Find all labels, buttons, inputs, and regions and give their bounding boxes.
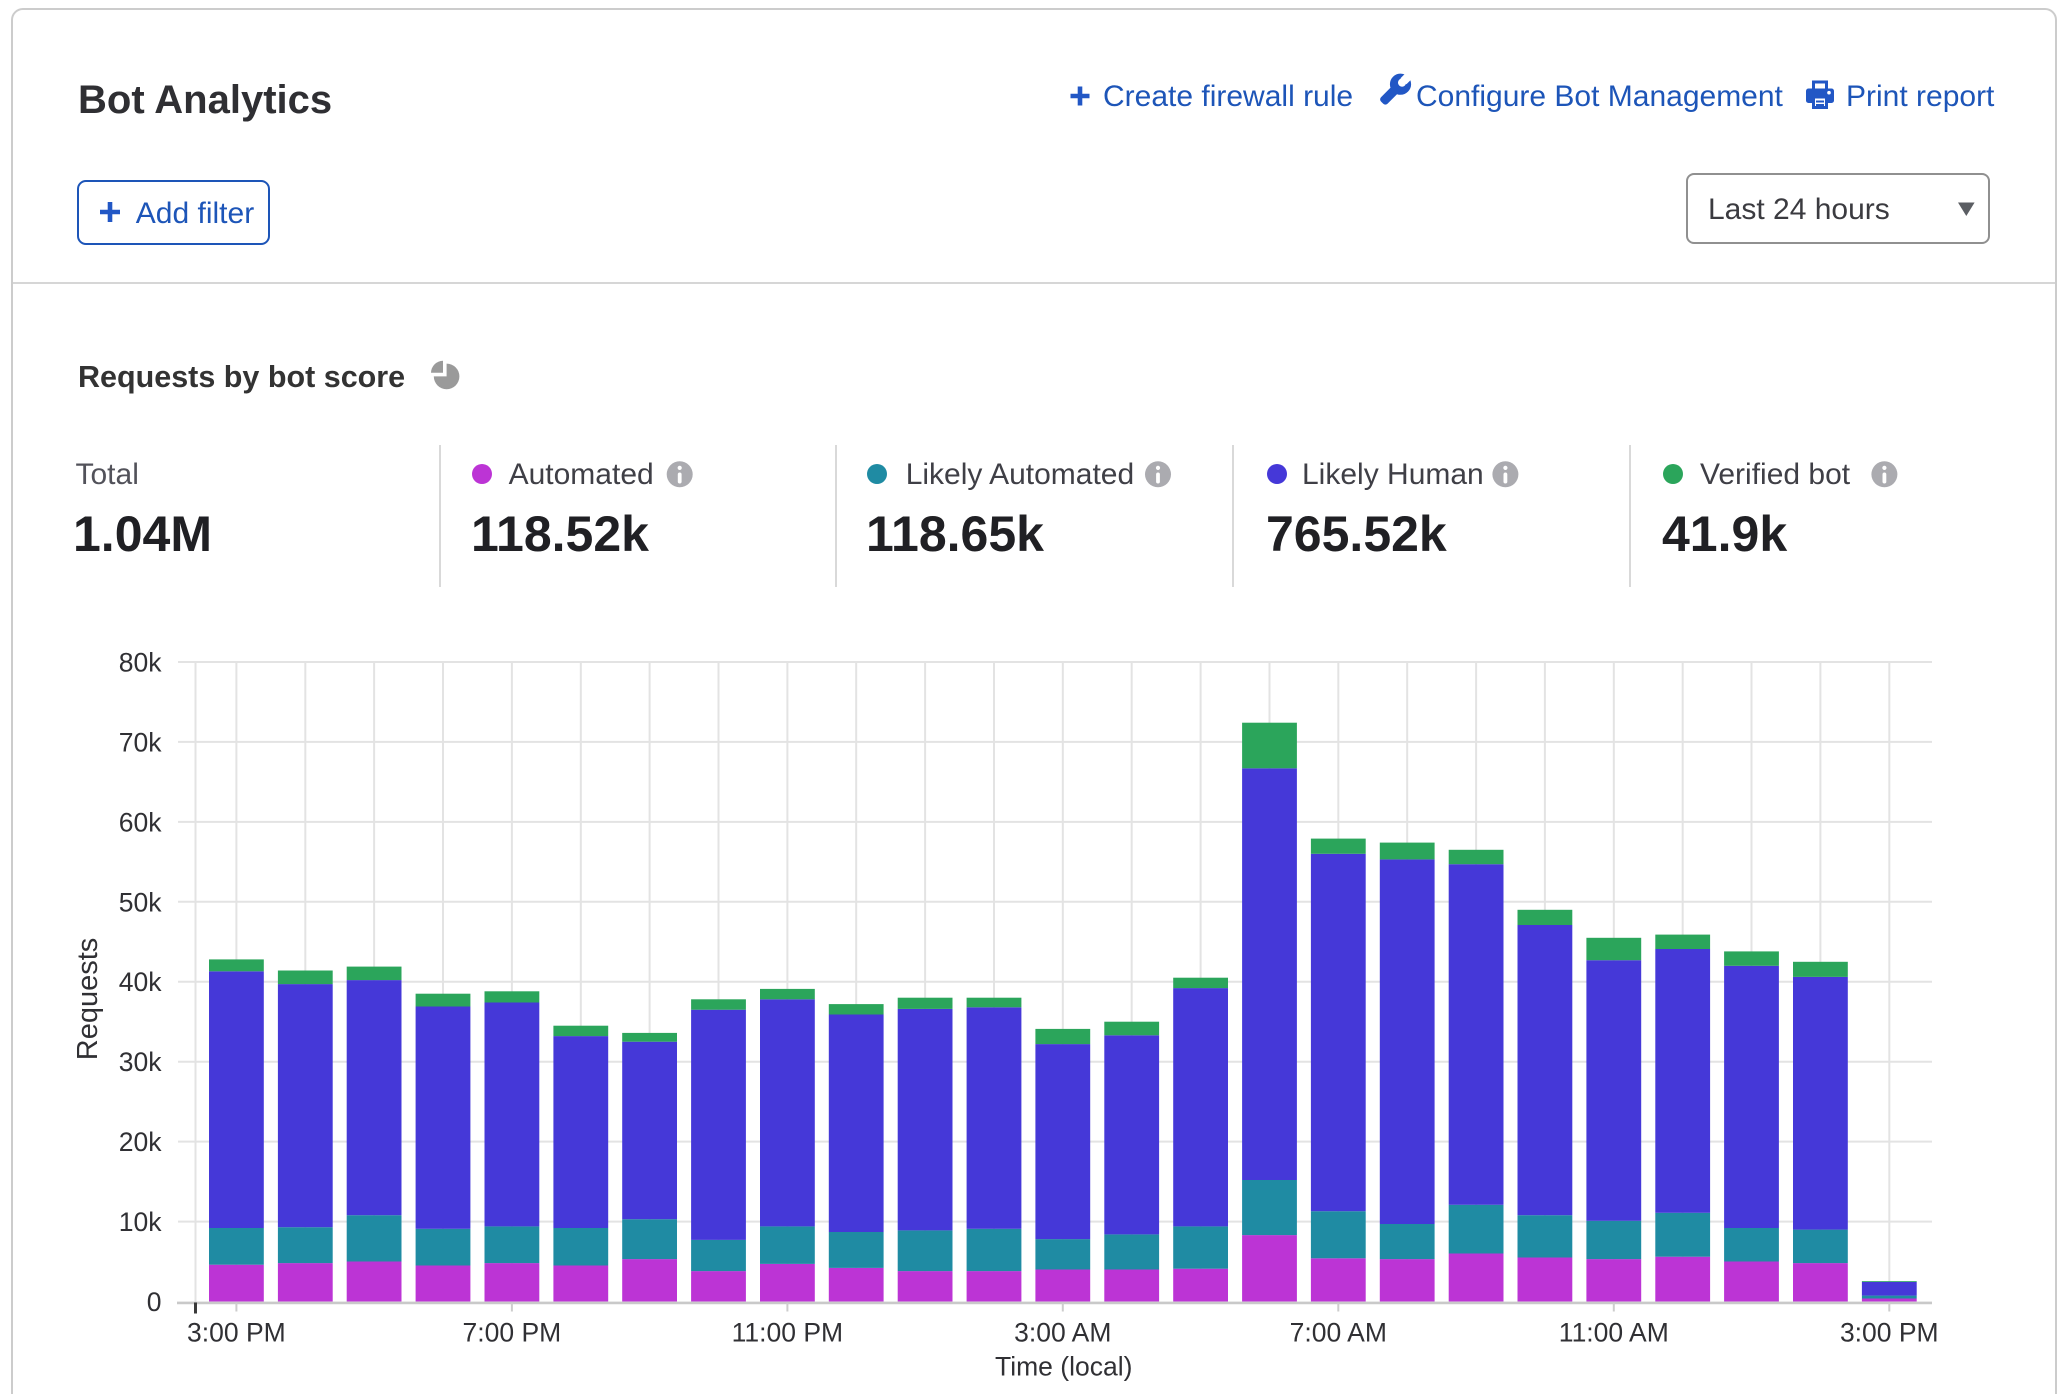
svg-text:80k: 80k [119,648,162,678]
svg-text:10k: 10k [119,1207,162,1237]
svg-text:40k: 40k [119,967,162,997]
svg-text:7:00 PM: 7:00 PM [463,1318,562,1348]
svg-text:7:00 AM: 7:00 AM [1290,1318,1387,1348]
svg-text:30k: 30k [119,1047,162,1077]
svg-text:Requests: Requests [72,938,104,1061]
svg-text:11:00 AM: 11:00 AM [1559,1318,1669,1348]
svg-text:11:00 PM: 11:00 PM [732,1318,843,1348]
svg-text:3:00 PM: 3:00 PM [1840,1318,1939,1348]
svg-text:50k: 50k [119,887,162,917]
svg-text:60k: 60k [119,807,162,837]
svg-text:20k: 20k [119,1127,162,1157]
svg-text:3:00 PM: 3:00 PM [187,1318,286,1348]
svg-text:0: 0 [147,1287,162,1317]
svg-text:70k: 70k [119,727,162,757]
svg-text:3:00 AM: 3:00 AM [1014,1318,1111,1348]
svg-text:Time (local): Time (local) [995,1352,1132,1382]
